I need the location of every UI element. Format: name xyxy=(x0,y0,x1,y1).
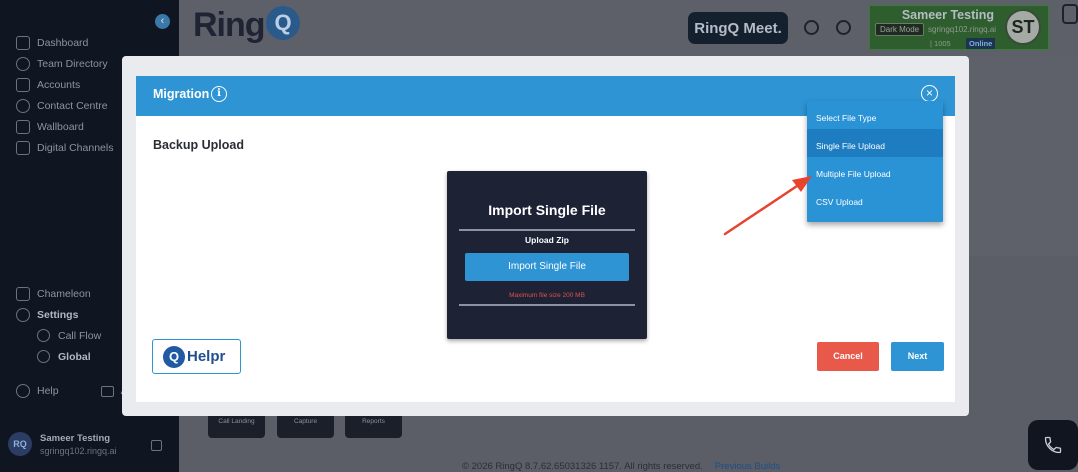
arrow-head xyxy=(792,176,812,192)
arrow-shaft xyxy=(723,182,802,236)
annotation-arrow xyxy=(723,176,812,236)
